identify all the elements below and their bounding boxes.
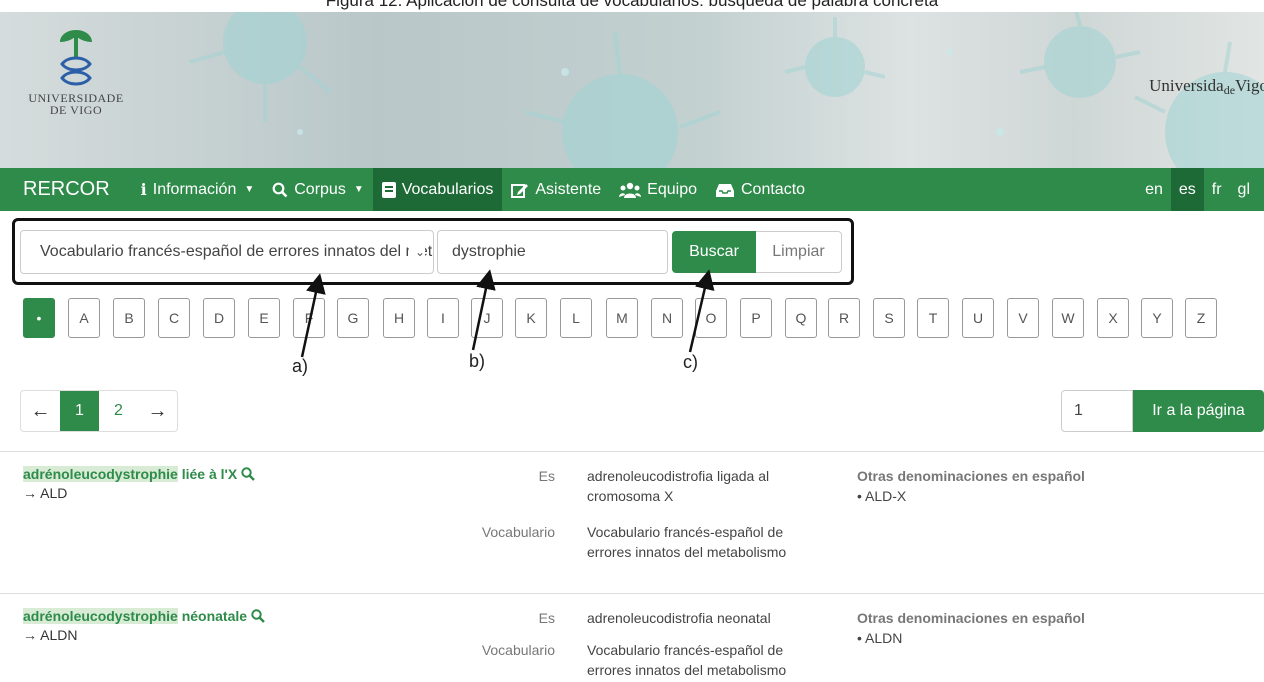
nav-equipo[interactable]: Equipo bbox=[610, 168, 706, 211]
letter-v[interactable]: V bbox=[1007, 298, 1039, 338]
page-1-button[interactable]: 1 bbox=[60, 391, 99, 431]
letter-z[interactable]: Z bbox=[1185, 298, 1217, 338]
letter-x[interactable]: X bbox=[1097, 298, 1129, 338]
nav-vocabularios[interactable]: Vocabularios bbox=[372, 168, 503, 211]
letter-d[interactable]: D bbox=[203, 298, 235, 338]
es-value: adrenoleucodistrofia neonatal bbox=[587, 610, 771, 626]
main-navbar: RERCOR i Información ▼ Corpus ▼ Vocabulari… bbox=[0, 168, 1264, 211]
result-abbreviation: → ALD bbox=[23, 485, 68, 501]
university-logo[interactable]: UNIVERSIDADE DE VIGO bbox=[16, 22, 136, 116]
letter-a[interactable]: A bbox=[68, 298, 100, 338]
result-term[interactable]: adrénoleucodystrophie liée à l'X bbox=[23, 466, 255, 482]
search-icon[interactable] bbox=[241, 467, 255, 481]
other-names-heading: Otras denominaciones en español bbox=[857, 610, 1085, 626]
search-icon[interactable] bbox=[251, 609, 265, 623]
letter-h[interactable]: H bbox=[383, 298, 415, 338]
brand-link[interactable]: RERCOR bbox=[23, 178, 110, 201]
annotation-b: b) bbox=[469, 351, 486, 371]
letter-r[interactable]: R bbox=[828, 298, 860, 338]
nav-asistente[interactable]: Asistente bbox=[502, 168, 610, 211]
letter-t[interactable]: T bbox=[917, 298, 949, 338]
letter-w[interactable]: W bbox=[1052, 298, 1084, 338]
university-wordmark: UniversidadeVigo bbox=[1149, 76, 1264, 97]
letter-q[interactable]: Q bbox=[785, 298, 817, 338]
letter-c[interactable]: C bbox=[158, 298, 190, 338]
result-term[interactable]: adrénoleucodystrophie néonatale bbox=[23, 608, 265, 624]
letter-l[interactable]: L bbox=[560, 298, 592, 338]
result-abbreviation: → ALDN bbox=[23, 627, 78, 643]
nav-contacto[interactable]: Contacto bbox=[706, 168, 814, 211]
letter-all[interactable]: • bbox=[23, 298, 55, 338]
result-row: adrénoleucodystrophie liée à l'X → ALD E… bbox=[0, 451, 1264, 593]
page-2-button[interactable]: 2 bbox=[99, 391, 138, 431]
edit-icon bbox=[511, 183, 529, 198]
book-icon bbox=[381, 181, 396, 198]
other-names-heading: Otras denominaciones en español bbox=[857, 468, 1085, 484]
lang-fr[interactable]: fr bbox=[1204, 168, 1230, 211]
vocabulary-label: Vocabulario bbox=[481, 524, 555, 540]
letter-i[interactable]: I bbox=[427, 298, 459, 338]
letter-o[interactable]: O bbox=[695, 298, 727, 338]
nav-corpus[interactable]: Corpus ▼ bbox=[263, 168, 372, 211]
goto-page-button[interactable]: Ir a la página bbox=[1133, 390, 1264, 432]
other-names-value: • ALD-X bbox=[857, 488, 907, 504]
nav-informacion[interactable]: i Información ▼ bbox=[132, 168, 264, 211]
result-row: adrénoleucodystrophie néonatale → ALDN E… bbox=[0, 593, 1264, 682]
letter-f[interactable]: F bbox=[293, 298, 325, 338]
alphabet-filter: • A B C D E F G H I J K L M N O P Q R S … bbox=[0, 298, 1264, 338]
letter-e[interactable]: E bbox=[248, 298, 280, 338]
university-emblem-icon bbox=[60, 30, 92, 86]
letter-s[interactable]: S bbox=[873, 298, 905, 338]
letter-k[interactable]: K bbox=[515, 298, 547, 338]
vocabulary-value: Vocabulario francés-español de errores i… bbox=[587, 642, 787, 678]
caret-down-icon: ▼ bbox=[244, 184, 255, 195]
figure-caption: Figura 12. Aplicación de consulta de voc… bbox=[325, 0, 939, 10]
search-icon bbox=[272, 182, 288, 197]
lang-gl[interactable]: gl bbox=[1230, 168, 1258, 211]
letter-b[interactable]: B bbox=[113, 298, 145, 338]
inbox-icon bbox=[716, 183, 734, 197]
vocabulary-select[interactable]: Vocabulario francés-español de errores i… bbox=[20, 230, 434, 274]
vocabulary-label: Vocabulario bbox=[481, 642, 555, 658]
goto-page-input[interactable]: 1 bbox=[1061, 390, 1133, 432]
logo-text-line2: DE VIGO bbox=[49, 103, 103, 117]
info-icon: i bbox=[140, 180, 147, 199]
lang-en[interactable]: en bbox=[1137, 168, 1171, 211]
letter-u[interactable]: U bbox=[962, 298, 994, 338]
annotation-a: a) bbox=[292, 356, 309, 376]
chevron-down-icon: ⌄ bbox=[408, 231, 425, 273]
prev-page-button[interactable]: ← bbox=[21, 391, 60, 431]
annotation-c: c) bbox=[683, 352, 698, 372]
letter-g[interactable]: G bbox=[337, 298, 369, 338]
es-label: Es bbox=[538, 610, 555, 626]
pagination: ← 1 2 → bbox=[20, 390, 178, 432]
letter-m[interactable]: M bbox=[606, 298, 638, 338]
search-button[interactable]: Buscar bbox=[672, 231, 756, 273]
vocabulary-value: Vocabulario francés-español de errores i… bbox=[587, 524, 787, 560]
es-label: Es bbox=[538, 468, 555, 484]
next-page-button[interactable]: → bbox=[138, 391, 177, 431]
header-banner: UNIVERSIDADE DE VIGO UniversidadeVigo bbox=[0, 12, 1264, 168]
language-switcher: en es fr gl bbox=[1137, 168, 1258, 211]
es-value: adrenoleucodistrofia ligada al cromosoma… bbox=[587, 468, 770, 504]
lang-es[interactable]: es bbox=[1170, 168, 1204, 211]
virus-background-image bbox=[189, 12, 1264, 168]
caret-down-icon: ▼ bbox=[353, 184, 364, 195]
clear-button[interactable]: Limpiar bbox=[756, 231, 842, 273]
team-icon bbox=[619, 182, 642, 198]
other-names-value: • ALDN bbox=[857, 630, 903, 646]
letter-y[interactable]: Y bbox=[1141, 298, 1173, 338]
search-input[interactable]: dystrophie bbox=[437, 230, 668, 274]
letter-n[interactable]: N bbox=[651, 298, 683, 338]
letter-p[interactable]: P bbox=[740, 298, 772, 338]
letter-j[interactable]: J bbox=[471, 298, 503, 338]
